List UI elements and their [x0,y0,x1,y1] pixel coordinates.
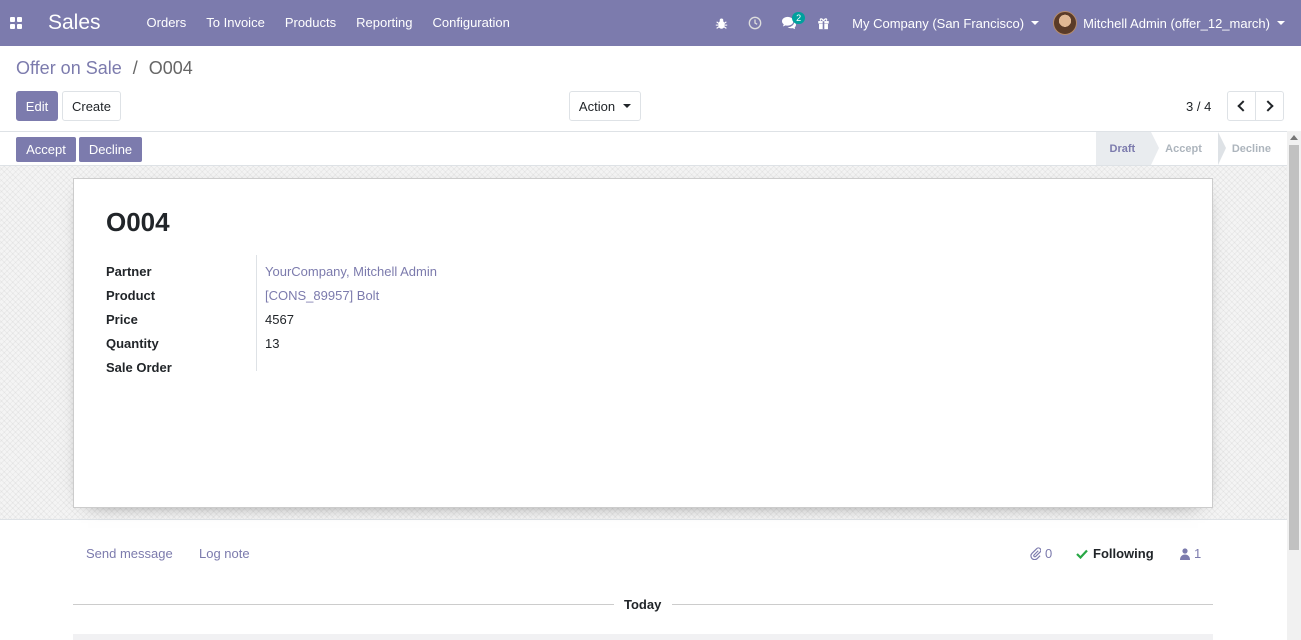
message-preview [73,634,1213,640]
bug-icon[interactable] [704,0,738,46]
gift-icon[interactable] [806,0,840,46]
field-label: Price [106,311,138,327]
messages-icon[interactable]: 2 [772,0,806,46]
menu-item-reporting[interactable]: Reporting [346,0,422,46]
chevron-down-icon [1277,21,1285,25]
main-menu: Orders To Invoice Products Reporting Con… [137,0,520,46]
stage-label: Decline [1231,142,1271,155]
accept-button[interactable]: Accept [16,137,76,162]
menu-item-to-invoice[interactable]: To Invoice [196,0,275,46]
chevron-down-icon [1031,21,1040,25]
followers-button[interactable]: 1 [1180,546,1201,561]
following-label: Following [1093,546,1154,561]
avatar [1053,11,1078,35]
stage-bar: Draft Accept Decline [1095,132,1288,165]
menu-item-products[interactable]: Products [275,0,346,46]
top-navbar: Sales Orders To Invoice Products Reporti… [0,0,1301,46]
field-price: Price 4567 [106,307,437,331]
decline-button[interactable]: Decline [79,137,142,162]
scrollbar[interactable] [1287,131,1301,640]
divider [73,604,614,605]
stage-accept: Accept [1151,132,1226,165]
action-dropdown[interactable]: Action [569,91,641,121]
stage-label: Accept [1165,142,1202,155]
attachments-count: 0 [1045,546,1053,561]
following-button[interactable]: Following [1076,546,1154,561]
check-icon [1076,549,1088,559]
scroll-up-icon[interactable] [1290,135,1298,140]
form-fields: Partner YourCompany, Mitchell Admin Prod… [106,259,437,379]
stage-label: Draft [1109,142,1136,155]
form-statusbar: Accept Decline Draft Accept Decline [0,131,1287,166]
user-name: Mitchell Admin (offer_12_march) [1083,15,1270,31]
send-message-button[interactable]: Send message [86,546,173,561]
action-label: Action [578,98,616,114]
field-label: Product [106,287,156,303]
record-title: O004 [106,207,170,237]
breadcrumb-parent[interactable]: Offer on Sale [16,58,122,78]
breadcrumb-separator: / [132,58,138,78]
chevron-right-icon [1262,100,1274,112]
attachments-button[interactable]: 0 [1030,546,1052,561]
pager-previous-button[interactable] [1227,91,1256,121]
log-note-button[interactable]: Log note [199,546,250,561]
clock-icon[interactable] [738,0,772,46]
stage-decline: Decline [1218,132,1287,165]
divider [672,604,1213,605]
quantity-value: 13 [265,335,280,351]
field-partner: Partner YourCompany, Mitchell Admin [106,259,437,283]
breadcrumb: Offer on Sale / O004 [16,58,193,79]
field-sale-order: Sale Order [106,355,437,379]
menu-item-configuration[interactable]: Configuration [423,0,520,46]
field-product: Product [CONS_89957] Bolt [106,283,437,307]
user-menu[interactable]: Mitchell Admin (offer_12_march) [1053,11,1301,35]
field-label: Partner [106,263,152,279]
stage-draft: Draft [1095,132,1160,165]
form-sheet: O004 Partner YourCompany, Mitchell Admin… [73,178,1213,508]
company-switcher[interactable]: My Company (San Francisco) [840,16,1053,31]
chevron-down-icon [623,104,632,108]
menu-item-orders[interactable]: Orders [137,0,197,46]
paperclip-icon [1030,547,1041,560]
partner-link[interactable]: YourCompany, Mitchell Admin [256,264,437,279]
apps-menu-icon[interactable] [0,0,32,46]
chevron-left-icon [1237,100,1249,112]
product-link[interactable]: [CONS_89957] Bolt [256,288,379,303]
app-name[interactable]: Sales [48,11,101,35]
date-separator-today: Today [624,597,662,612]
user-icon [1180,547,1190,560]
company-name: My Company (San Francisco) [852,15,1025,31]
field-label: Sale Order [106,359,172,375]
price-value: 4567 [265,311,294,327]
messages-badge: 2 [792,12,806,24]
pager-next-button[interactable] [1255,91,1284,121]
create-button[interactable]: Create [62,91,121,121]
field-label: Quantity [106,335,159,351]
field-quantity: Quantity 13 [106,331,437,355]
edit-button[interactable]: Edit [16,91,58,121]
followers-count: 1 [1194,546,1202,561]
pager-value[interactable]: 3 / 4 [1186,99,1211,114]
breadcrumb-current: O004 [148,58,193,78]
scrollbar-thumb[interactable] [1289,145,1299,550]
navbar-systray: 2 My Company (San Francisco) Mitchell Ad… [704,0,1301,46]
